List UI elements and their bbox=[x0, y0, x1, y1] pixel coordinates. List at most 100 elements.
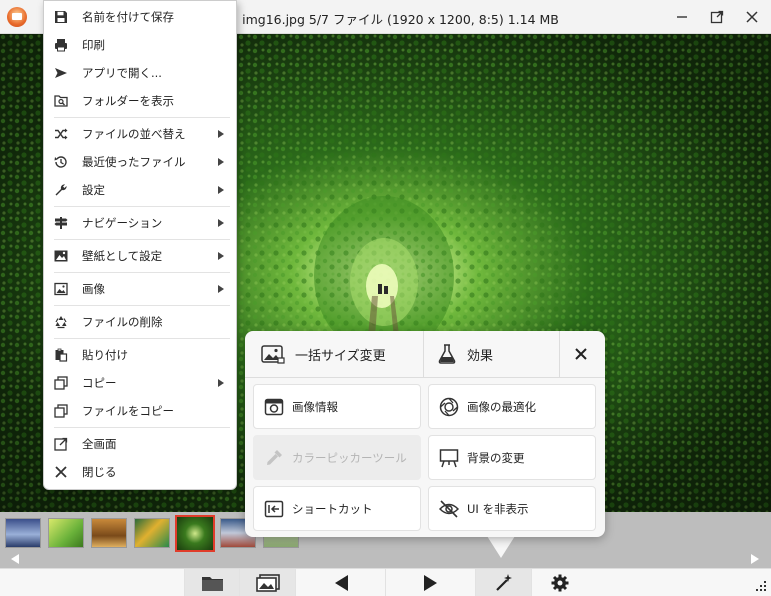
recycle-icon bbox=[54, 315, 68, 329]
submenu-arrow-icon bbox=[218, 130, 224, 138]
menu-item-label: 閉じる bbox=[82, 465, 117, 479]
next-icon bbox=[423, 575, 437, 591]
arrow-left-icon bbox=[11, 554, 19, 564]
magic-wand-icon bbox=[495, 574, 512, 591]
menu-separator bbox=[54, 206, 230, 207]
thumbnail[interactable] bbox=[48, 518, 84, 548]
header-divider bbox=[559, 331, 560, 377]
header-divider bbox=[423, 331, 424, 377]
menu-item-label: 画像 bbox=[82, 282, 105, 296]
menu-item-recent-files[interactable]: 最近使ったファイル bbox=[44, 148, 236, 176]
menu-item-label: 設定 bbox=[82, 183, 105, 197]
menu-item-print[interactable]: 印刷 bbox=[44, 31, 236, 59]
minimize-button[interactable] bbox=[665, 0, 699, 34]
settings-button[interactable] bbox=[531, 569, 587, 596]
thumbnails-next-button[interactable] bbox=[748, 552, 762, 566]
close-icon bbox=[575, 348, 587, 360]
arrow-right-icon bbox=[751, 554, 759, 564]
close-panel-button[interactable] bbox=[575, 331, 595, 377]
gallery-button[interactable] bbox=[239, 569, 295, 596]
hide-ui-button[interactable]: UI を非表示 bbox=[428, 486, 596, 531]
close-window-button[interactable] bbox=[735, 0, 769, 34]
menu-item-label: 最近使ったファイル bbox=[82, 155, 186, 169]
effects-label: 効果 bbox=[467, 348, 494, 364]
menu-item-label: コピー bbox=[82, 376, 117, 390]
next-image-button[interactable] bbox=[385, 569, 475, 596]
shuffle-icon bbox=[54, 127, 68, 141]
close-icon bbox=[746, 11, 758, 23]
wrench-icon bbox=[54, 183, 68, 197]
menu-item-label: 全画面 bbox=[82, 437, 117, 451]
menu-separator bbox=[54, 272, 230, 273]
menu-item-paste[interactable]: 貼り付け bbox=[44, 341, 236, 369]
flask-icon bbox=[438, 344, 456, 364]
submenu-arrow-icon bbox=[218, 186, 224, 194]
context-menu: 名前を付けて保存 印刷 アプリで開く... フォルダーを表示 ファイルの並べ替え… bbox=[43, 0, 237, 490]
printer-icon bbox=[54, 38, 68, 52]
menu-item-set-wallpaper[interactable]: 壁紙として設定 bbox=[44, 242, 236, 270]
menu-item-label: 名前を付けて保存 bbox=[82, 10, 174, 24]
open-folder-button[interactable] bbox=[184, 569, 240, 596]
menu-item-label: 壁紙として設定 bbox=[82, 249, 163, 263]
menu-item-label: ファイルの並べ替え bbox=[82, 127, 186, 141]
bottom-toolbar bbox=[0, 568, 771, 596]
previous-icon bbox=[334, 575, 348, 591]
menu-separator bbox=[54, 338, 230, 339]
change-background-label: 背景の変更 bbox=[467, 450, 525, 465]
menu-item-image[interactable]: 画像 bbox=[44, 275, 236, 303]
image-info-button[interactable]: 画像情報 bbox=[253, 384, 421, 429]
color-picker-button[interactable]: カラーピッカーツール bbox=[253, 435, 421, 480]
effects-button[interactable]: 効果 bbox=[437, 331, 557, 377]
thumbnail[interactable] bbox=[91, 518, 127, 548]
thumbnail[interactable] bbox=[134, 518, 170, 548]
open-external-icon bbox=[710, 10, 724, 24]
gallery-icon bbox=[255, 574, 280, 592]
previous-image-button[interactable] bbox=[295, 569, 385, 596]
menu-item-open-with[interactable]: アプリで開く... bbox=[44, 59, 236, 87]
submenu-arrow-icon bbox=[218, 252, 224, 260]
change-background-button[interactable]: 背景の変更 bbox=[428, 435, 596, 480]
image-info-label: 画像情報 bbox=[292, 399, 338, 414]
signpost-icon bbox=[54, 216, 68, 230]
shortcut-label: ショートカット bbox=[292, 501, 373, 516]
menu-item-label: ナビゲーション bbox=[82, 216, 163, 230]
menu-item-label: フォルダーを表示 bbox=[82, 94, 174, 108]
thumbnails-prev-button[interactable] bbox=[8, 552, 22, 566]
submenu-arrow-icon bbox=[218, 219, 224, 227]
menu-item-label: ファイルをコピー bbox=[82, 404, 174, 418]
wallpaper-icon bbox=[54, 249, 68, 263]
resize-grip-icon[interactable] bbox=[755, 580, 767, 592]
menu-item-navigation[interactable]: ナビゲーション bbox=[44, 209, 236, 237]
paste-icon bbox=[54, 348, 68, 362]
close-icon bbox=[54, 465, 68, 479]
shortcut-icon bbox=[264, 500, 284, 518]
menu-item-label: ファイルの削除 bbox=[82, 315, 163, 329]
maximize-button[interactable] bbox=[700, 0, 734, 34]
menu-separator bbox=[54, 305, 230, 306]
menu-item-sort-files[interactable]: ファイルの並べ替え bbox=[44, 120, 236, 148]
menu-item-show-folder[interactable]: フォルダーを表示 bbox=[44, 87, 236, 115]
menu-item-delete-file[interactable]: ファイルの削除 bbox=[44, 308, 236, 336]
batch-resize-icon bbox=[261, 345, 285, 364]
menu-separator bbox=[54, 427, 230, 428]
folder-icon bbox=[201, 577, 223, 591]
minimize-icon bbox=[677, 16, 687, 18]
lens-icon bbox=[439, 397, 459, 417]
fullscreen-icon bbox=[54, 437, 68, 451]
thumbnail-active[interactable] bbox=[175, 515, 215, 552]
menu-item-label: 印刷 bbox=[82, 38, 105, 52]
save-icon bbox=[54, 10, 68, 24]
batch-resize-label: 一括サイズ変更 bbox=[295, 348, 386, 364]
menu-item-fullscreen[interactable]: 全画面 bbox=[44, 430, 236, 458]
gear-icon bbox=[551, 574, 568, 592]
shortcut-button[interactable]: ショートカット bbox=[253, 486, 421, 531]
menu-item-close[interactable]: 閉じる bbox=[44, 458, 236, 486]
menu-item-settings[interactable]: 設定 bbox=[44, 176, 236, 204]
menu-item-copy[interactable]: コピー bbox=[44, 369, 236, 397]
image-optimize-button[interactable]: 画像の最適化 bbox=[428, 384, 596, 429]
menu-item-copy-file[interactable]: ファイルをコピー bbox=[44, 397, 236, 425]
batch-resize-button[interactable]: 一括サイズ変更 bbox=[261, 331, 421, 377]
tools-button[interactable] bbox=[475, 569, 531, 596]
thumbnail[interactable] bbox=[5, 518, 41, 548]
menu-item-save-as[interactable]: 名前を付けて保存 bbox=[44, 3, 236, 31]
